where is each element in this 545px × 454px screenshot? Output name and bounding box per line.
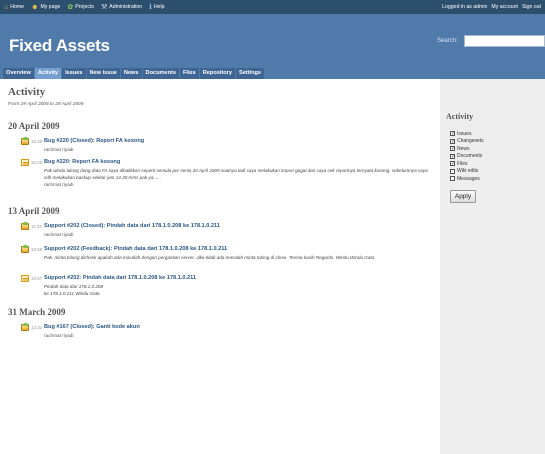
top-menu-help[interactable]: ℹ Help	[149, 4, 164, 11]
filter-files[interactable]: ✓ Files	[450, 160, 539, 168]
main-menu: Overview Activity Issues New issue News …	[0, 66, 545, 79]
event-title-link[interactable]: Support #202: Pindah data dari 178.1.0.2…	[44, 275, 196, 281]
checkbox-checked-icon[interactable]: ✓	[450, 161, 455, 167]
filter-label: Files	[457, 160, 468, 167]
filter-label: Changesets	[457, 138, 484, 145]
top-menu-projects-label: Projects	[75, 4, 94, 10]
activity-event: 10:57 Support #202: Pindah data dari 178…	[21, 275, 436, 301]
issue-icon	[21, 137, 29, 145]
event-time: 10:57	[31, 276, 43, 281]
activity-filters: ✓ Issues ✓ Changesets ✓ News ✓ Documents ✓ Fi…	[446, 130, 539, 183]
tab-overview[interactable]: Overview	[3, 68, 34, 79]
page-title: Activity	[8, 86, 46, 98]
top-menu-home[interactable]: ⌂ Home	[4, 4, 24, 11]
activity-event: 14:32 Bug #167 (Closed): Ganti kode akun…	[21, 323, 436, 342]
sign-out-link[interactable]: Sign out	[522, 4, 541, 10]
filter-documents[interactable]: ✓ Documents	[450, 153, 539, 161]
checkbox-checked-icon[interactable]: ✓	[450, 146, 455, 152]
event-title-link[interactable]: Support #202 (Closed): Pindah data dari …	[44, 223, 220, 229]
filter-label: Issues	[457, 130, 472, 137]
event-description: Pak, minta tolong dicheck apakah ada mas…	[44, 255, 375, 260]
help-icon: ℹ	[149, 3, 152, 11]
filter-messages[interactable]: Messages	[450, 175, 539, 183]
tools-icon: ⚒	[100, 3, 108, 11]
project-title: Fixed Assets	[9, 36, 110, 55]
checkbox-checked-icon[interactable]: ✓	[450, 138, 455, 144]
event-author: rachmat riyadi	[44, 147, 74, 152]
news-icon	[21, 275, 29, 282]
search-label: Search:	[437, 38, 458, 44]
sidebar: Activity ✓ Issues ✓ Changesets ✓ News ✓ Docu…	[440, 79, 545, 454]
event-author: rachmat riyadi	[44, 333, 74, 338]
event-description: Pindah data dari 178.1.0.208 ke 178.1.0.…	[44, 284, 104, 296]
filter-issues[interactable]: ✓ Issues	[450, 130, 539, 138]
top-menu-projects[interactable]: ✿ Projects	[67, 4, 94, 11]
checkbox-unchecked-icon[interactable]	[450, 176, 455, 182]
tab-repository[interactable]: Repository	[199, 68, 235, 79]
tab-settings[interactable]: Settings	[235, 68, 265, 79]
event-title-link[interactable]: Bug #220: Report FA kosong	[44, 159, 120, 165]
day-heading: 31 March 2009	[8, 307, 66, 317]
top-menu-home-label: Home	[10, 4, 25, 10]
tab-activity[interactable]: Activity	[34, 68, 62, 79]
event-time: 15:08	[31, 160, 43, 165]
tab-files[interactable]: Files	[180, 68, 199, 79]
projects-icon: ✿	[67, 3, 74, 11]
event-title-link[interactable]: Support #202 (Feedback): Pindah data dar…	[44, 246, 227, 252]
filter-label: Wiki edits	[457, 168, 479, 175]
issue-icon	[21, 222, 29, 230]
top-menu: ⌂ Home ☻ My page ✿ Projects ⚒ Administration…	[0, 0, 545, 14]
day-heading: 13 April 2009	[8, 206, 60, 216]
day-heading: 20 April 2009	[8, 121, 60, 131]
event-title-link[interactable]: Bug #167 (Closed): Ganti kode akun	[44, 324, 140, 330]
tab-news[interactable]: News	[120, 68, 142, 79]
logged-in-text: Logged in as admin	[442, 4, 488, 10]
event-author: rachmat riyadi	[44, 232, 74, 237]
home-icon: ⌂	[4, 3, 9, 11]
event-time: 14:32	[31, 325, 43, 330]
event-time: 10:58	[31, 247, 43, 252]
project-header: Fixed Assets Search:	[0, 14, 545, 66]
filter-news[interactable]: ✓ News	[450, 145, 539, 153]
event-title-link[interactable]: Bug #220 (Closed): Report FA kosong	[44, 138, 144, 144]
checkbox-checked-icon[interactable]: ✓	[450, 131, 455, 137]
event-time: 16:39	[31, 139, 43, 144]
filter-label: Documents	[457, 153, 483, 160]
checkbox-checked-icon[interactable]: ✓	[450, 153, 455, 159]
filter-wiki-edits[interactable]: Wiki edits	[450, 168, 539, 176]
event-author: rachmat riyadi	[44, 182, 74, 187]
my-account-link[interactable]: My account	[491, 4, 518, 10]
top-menu-administration-label: Administration	[109, 4, 143, 10]
event-description: Pak windu tolong dong data FA saya dibal…	[44, 168, 428, 180]
issue-icon	[21, 245, 29, 253]
news-icon	[21, 159, 29, 166]
activity-event: 10:58 Support #202 (Feedback): Pindah da…	[21, 245, 436, 272]
sidebar-title: Activity	[446, 112, 474, 121]
filter-label: News	[457, 145, 470, 152]
tab-new-issue[interactable]: New issue	[86, 68, 120, 79]
top-menu-help-label: Help	[153, 4, 165, 10]
checkbox-unchecked-icon[interactable]	[450, 168, 455, 174]
filter-changesets[interactable]: ✓ Changesets	[450, 138, 539, 146]
tab-documents[interactable]: Documents	[142, 68, 179, 79]
search-input[interactable]	[464, 35, 545, 47]
activity-event: 15:08 Bug #220: Report FA kosong Pak win…	[21, 159, 436, 199]
top-menu-administration[interactable]: ⚒ Administration	[101, 4, 142, 11]
top-menu-my-page-label: My page	[40, 4, 61, 10]
user-icon: ☻	[31, 3, 39, 11]
activity-event: 11:33 Support #202 (Closed): Pindah data…	[21, 222, 436, 241]
top-menu-my-page[interactable]: ☻ My page	[31, 4, 60, 11]
tab-issues[interactable]: Issues	[62, 68, 86, 79]
activity-content: Activity From 29 April 2008 to 28 April …	[0, 79, 440, 454]
account-menu: Logged in as admin My account Sign out	[438, 4, 541, 10]
issue-icon	[21, 323, 29, 331]
date-range: From 29 April 2008 to 28 April 2009	[8, 102, 84, 107]
apply-button[interactable]: Apply	[450, 189, 476, 203]
event-time: 11:33	[31, 224, 42, 229]
activity-event: 16:39 Bug #220 (Closed): Report FA koson…	[21, 137, 436, 156]
filter-label: Messages	[457, 175, 480, 182]
